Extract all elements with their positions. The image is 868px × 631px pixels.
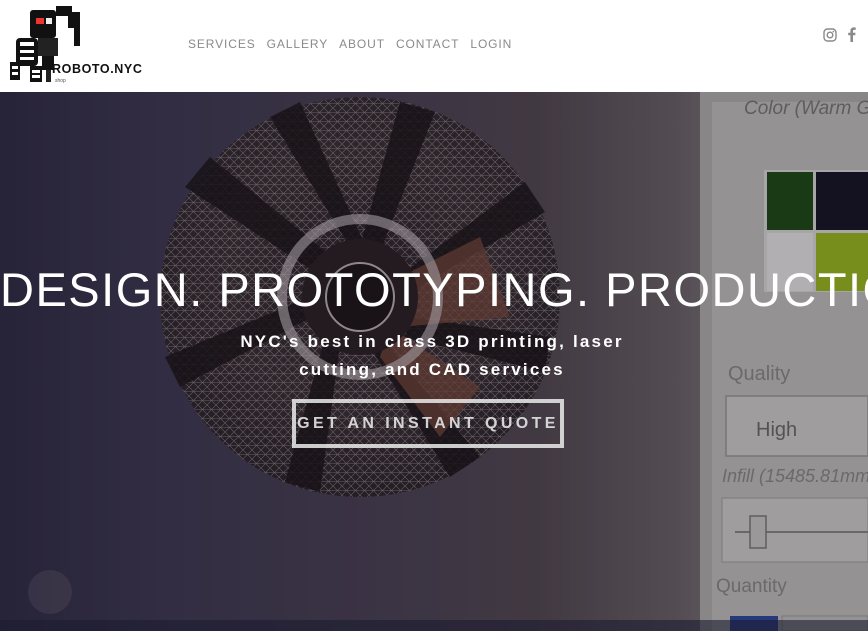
- nav-login[interactable]: LOGIN: [470, 37, 512, 51]
- main-nav: SERVICES GALLERY ABOUT CONTACT LOGIN: [188, 37, 523, 51]
- nav-about[interactable]: ABOUT: [339, 37, 385, 51]
- site-header: ROBOTO.NYC shop SERVICES GALLERY ABOUT C…: [0, 0, 868, 92]
- hero-title: DESIGN. PROTOTYPING. PRODUCTION.: [0, 263, 868, 316]
- nav-contact[interactable]: CONTACT: [396, 37, 459, 51]
- logo-subtext: shop: [55, 78, 66, 84]
- instagram-icon[interactable]: [823, 27, 837, 47]
- instant-quote-button[interactable]: GET AN INSTANT QUOTE: [292, 399, 564, 448]
- hero-section: Color (Warm Gr Quality High Infill (1548…: [0, 92, 868, 631]
- social-links: [823, 27, 856, 47]
- hero-subtitle: NYC's best in class 3D printing, laser c…: [240, 332, 624, 379]
- nav-gallery[interactable]: GALLERY: [267, 37, 328, 51]
- site-logo[interactable]: ROBOTO.NYC shop: [8, 4, 153, 86]
- logo-wordmark: ROBOTO.NYC: [52, 62, 143, 76]
- facebook-icon[interactable]: [847, 27, 856, 47]
- nav-services[interactable]: SERVICES: [188, 37, 256, 51]
